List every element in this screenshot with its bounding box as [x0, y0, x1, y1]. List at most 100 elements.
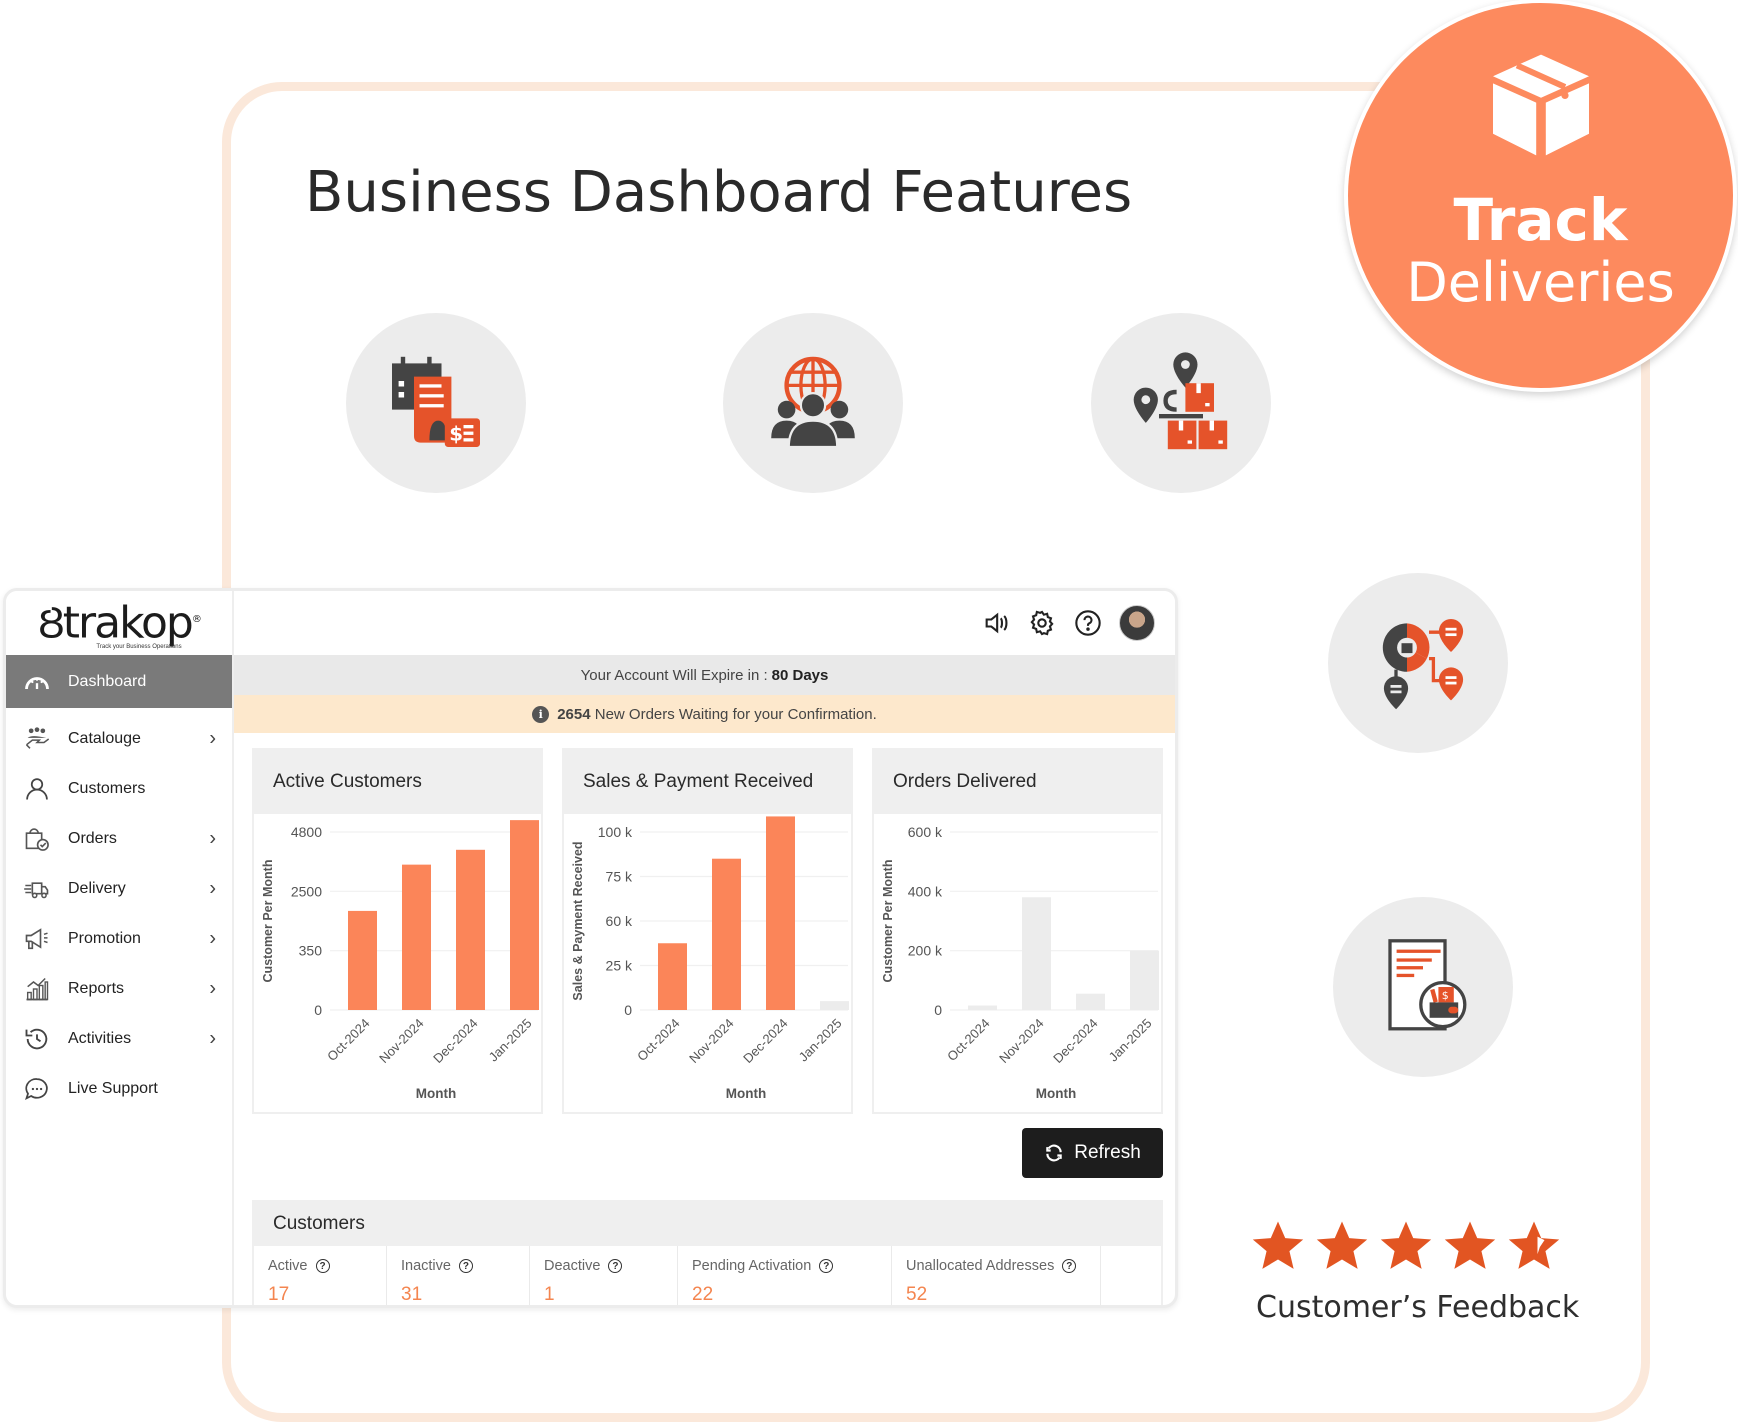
feedback-label: Customer’s Feedback: [1256, 1290, 1580, 1325]
y-tick-label: 4800: [291, 824, 322, 840]
customer-stat-active: Active? 17: [254, 1246, 387, 1305]
help-icon[interactable]: [1073, 608, 1103, 638]
logo[interactable]: Ȣtrakop® Track your Business Operations: [6, 591, 232, 655]
star-full-icon: [1316, 1221, 1368, 1269]
help-icon[interactable]: ?: [315, 1259, 330, 1273]
sidebar-item-label: Live Support: [68, 1080, 158, 1097]
feature-route-distribution: [1328, 573, 1508, 753]
help-icon[interactable]: ?: [458, 1259, 473, 1273]
star-half-icon: [1508, 1221, 1560, 1269]
sidebar-item-live-support[interactable]: Live Support: [6, 1064, 232, 1114]
y-axis-label: Customer Per Month: [261, 860, 275, 983]
refresh-icon: [1046, 1144, 1062, 1162]
customers-panel: Customers Active? 17 Inactive? 31 Deactive? 1…: [252, 1200, 1163, 1305]
y-tick-label: 75 k: [606, 869, 633, 885]
stat-value: 22: [692, 1284, 714, 1305]
feature-delivery-routes: [1091, 313, 1271, 493]
svg-text:$: $: [449, 422, 463, 445]
y-tick-label: 400 k: [908, 883, 943, 899]
chart-card-sales-payment: Sales & Payment Received 0 25 k 60 k 75 k 10…: [562, 748, 853, 1114]
chevron-right-icon[interactable]: ›: [209, 928, 216, 951]
chart-card-active-customers: Active Customers 0 350 2500 4800 Customer Pe…: [252, 748, 543, 1114]
stat-label: Pending Activation: [692, 1258, 812, 1274]
y-axis-label: Customer Per Month: [881, 860, 895, 983]
topbar: [234, 591, 1175, 655]
sidebar-item-label: Reports: [68, 980, 125, 997]
user-icon: [22, 774, 52, 804]
sidebar-item-promotion[interactable]: Promotion ›: [6, 914, 232, 964]
y-tick-label: 2500: [291, 883, 322, 899]
stat-label: Active: [268, 1258, 308, 1274]
expire-days: 80 Days: [771, 666, 829, 684]
refresh-button[interactable]: Refresh: [1022, 1128, 1163, 1178]
stat-label: Deactive: [544, 1258, 601, 1274]
bar: [712, 858, 741, 1010]
truck-icon: [22, 874, 52, 904]
dashboard-gauge-icon: [22, 667, 52, 697]
chevron-right-icon[interactable]: ›: [209, 878, 216, 901]
x-axis-label: Month: [1036, 1086, 1076, 1101]
help-icon[interactable]: ?: [1062, 1259, 1077, 1273]
sidebar-item-label: Promotion: [68, 930, 141, 947]
stat-label: Inactive: [401, 1258, 451, 1274]
sales-payment-chart: 0 25 k 60 k 75 k 100 k Sales & Payment Receiv…: [571, 816, 849, 1101]
sidebar-item-delivery[interactable]: Delivery ›: [6, 864, 232, 914]
y-tick-label: 100 k: [598, 824, 633, 840]
svg-text:$: $: [1442, 989, 1449, 1002]
sidebar-item-label: Activities: [68, 1030, 132, 1047]
page-title: Business Dashboard Features: [305, 160, 1133, 225]
sidebar-item-catalouge[interactable]: Catalouge ›: [6, 714, 232, 764]
bar: [766, 816, 795, 1010]
bar: [1022, 897, 1051, 1010]
chart-title: Active Customers: [254, 750, 541, 814]
track-title: Track: [1453, 186, 1628, 254]
volume-icon[interactable]: [981, 608, 1011, 638]
y-tick-label: 350: [299, 943, 323, 959]
y-tick-label: 60 k: [606, 913, 633, 929]
chart-title: Sales & Payment Received: [564, 750, 851, 814]
bar: [510, 820, 539, 1010]
sidebar-item-customers[interactable]: Customers: [6, 764, 232, 814]
document-wallet-icon: $: [1388, 939, 1467, 1031]
x-axis-label: Month: [416, 1086, 456, 1101]
chevron-right-icon[interactable]: ›: [209, 1028, 216, 1051]
globe-people-icon: [771, 356, 855, 449]
sidebar-item-orders[interactable]: Orders ›: [6, 814, 232, 864]
y-axis-label: Sales & Payment Received: [571, 841, 585, 1000]
bar-chart-icon: [22, 974, 52, 1004]
sidebar-item-reports[interactable]: Reports ›: [6, 964, 232, 1014]
customer-stat-inactive: Inactive? 31: [387, 1246, 530, 1305]
stat-value: 17: [268, 1284, 290, 1305]
stat-label: Unallocated Addresses: [906, 1258, 1055, 1274]
sidebar-item-activities[interactable]: Activities ›: [6, 1014, 232, 1064]
refresh-label: Refresh: [1074, 1142, 1141, 1163]
x-tick-label: Jan-2025: [1106, 1016, 1155, 1065]
sidebar-item-dashboard[interactable]: Dashboard: [6, 655, 232, 708]
y-tick-label: 0: [314, 1002, 322, 1018]
package-box-icon: [1492, 54, 1589, 156]
gear-icon[interactable]: [1027, 608, 1057, 638]
chevron-right-icon[interactable]: ›: [209, 728, 216, 751]
customer-stat-unallocated-addresses: Unallocated Addresses? 52: [892, 1246, 1101, 1305]
star-full-icon: [1444, 1221, 1496, 1269]
history-icon: [22, 1024, 52, 1054]
shopping-bag-check-icon: [22, 824, 52, 854]
avatar[interactable]: [1119, 605, 1155, 641]
new-orders-text: New Orders Waiting for your Confirmation…: [594, 705, 877, 723]
chevron-right-icon[interactable]: ›: [209, 828, 216, 851]
help-icon[interactable]: ?: [608, 1259, 623, 1273]
new-orders-banner[interactable]: i 2654 New Orders Waiting for your Confi…: [234, 695, 1175, 733]
chart-title: Orders Delivered: [874, 750, 1161, 814]
chevron-right-icon[interactable]: ›: [209, 978, 216, 1001]
y-tick-label: 25 k: [606, 958, 633, 974]
rating-stars: [1250, 1218, 1562, 1274]
location-boxes-icon: [1133, 352, 1228, 450]
x-tick-label: Jan-2025: [796, 1016, 845, 1065]
route-pins-icon: [1382, 619, 1464, 710]
info-icon: i: [532, 705, 550, 723]
bar: [1130, 950, 1159, 1010]
star-full-icon: [1380, 1221, 1432, 1269]
sidebar-item-label: Dashboard: [68, 672, 147, 690]
y-tick-label: 200 k: [908, 943, 943, 959]
help-icon[interactable]: ?: [819, 1259, 834, 1273]
